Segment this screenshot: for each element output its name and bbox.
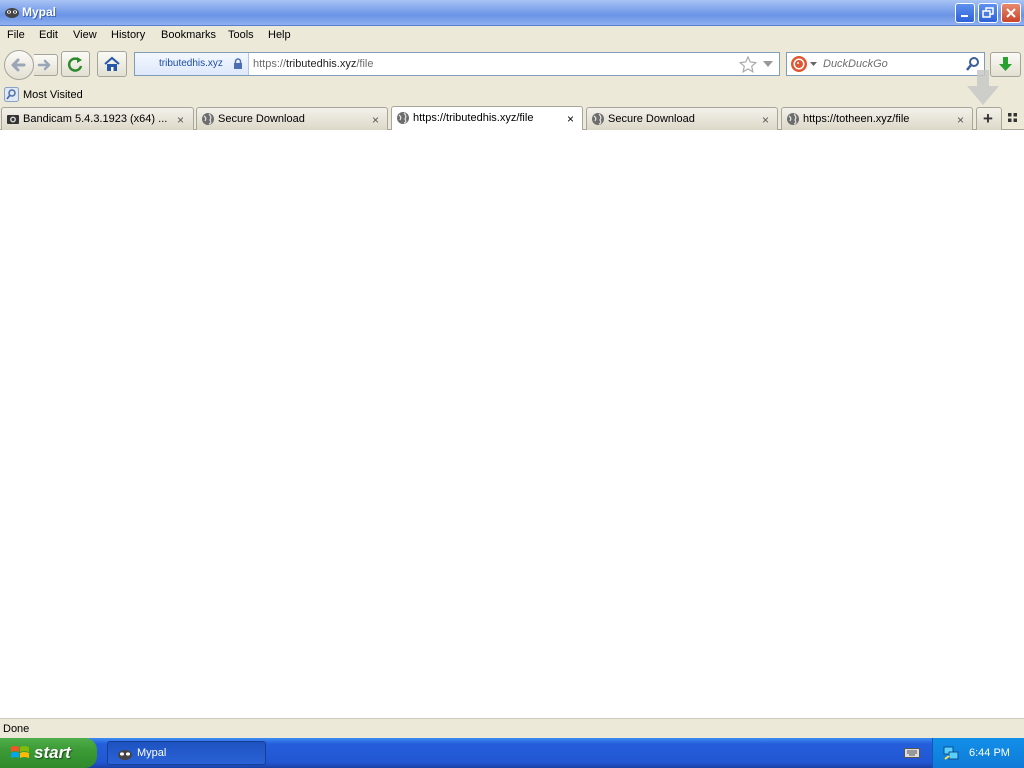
site-identity-box[interactable]: tributedhis.xyz — [135, 53, 249, 75]
menu-file[interactable]: File — [7, 29, 25, 41]
most-visited-icon — [4, 87, 19, 102]
tab-tributedhis-selected[interactable]: https://tributedhis.xyz/file × — [391, 106, 583, 130]
url-scheme: https:// — [253, 58, 287, 70]
mypal-app-icon — [5, 8, 19, 18]
tab-totheen[interactable]: https://totheen.xyz/file × — [781, 107, 973, 130]
tab-secure-download-2[interactable]: Secure Download × — [586, 107, 778, 130]
taskbar-item-mypal[interactable]: Mypal — [107, 741, 266, 765]
status-text: Done — [3, 723, 30, 735]
mypal-app-icon — [118, 750, 132, 760]
restore-icon — [982, 7, 994, 18]
navigation-toolbar: tributedhis.xyz https://tributedhis.xyz/… — [0, 47, 1024, 83]
url-path: /file — [356, 58, 374, 70]
globe-icon — [397, 112, 409, 124]
tab-bandicam[interactable]: Bandicam 5.4.3.1923 (x64) ... × — [1, 107, 194, 130]
tab-close-button[interactable]: × — [177, 113, 184, 127]
globe-icon — [592, 113, 604, 125]
search-bar[interactable]: DuckDuckGo — [786, 52, 985, 76]
new-tab-button[interactable]: + — [976, 107, 1002, 130]
home-button[interactable] — [97, 51, 127, 77]
home-icon — [104, 56, 120, 71]
globe-icon — [787, 113, 799, 125]
tab-close-button[interactable]: × — [957, 113, 964, 127]
duckduckgo-logo — [793, 58, 805, 70]
engine-dropdown-icon[interactable] — [810, 62, 817, 67]
search-placeholder: DuckDuckGo — [823, 58, 888, 70]
identity-host: tributedhis.xyz — [159, 58, 223, 69]
bandicam-icon — [7, 115, 19, 124]
tab-label: Secure Download — [218, 113, 305, 125]
close-window-button[interactable] — [1001, 3, 1021, 23]
reload-button[interactable] — [61, 51, 90, 77]
bookmarks-toolbar: Most Visited — [0, 84, 1024, 105]
back-button[interactable] — [4, 50, 34, 80]
back-arrow-icon — [11, 58, 26, 72]
url-bar[interactable]: tributedhis.xyz https://tributedhis.xyz/… — [134, 52, 780, 76]
menu-history[interactable]: History — [111, 29, 145, 41]
title-bar[interactable]: Mypal — [0, 0, 1024, 26]
forward-button[interactable] — [34, 54, 58, 76]
tab-close-button[interactable]: × — [372, 113, 379, 127]
tab-label: https://tributedhis.xyz/file — [413, 112, 534, 124]
list-all-tabs-icon[interactable] — [1008, 113, 1018, 123]
menu-edit[interactable]: Edit — [39, 29, 58, 41]
task-label: Mypal — [137, 747, 167, 759]
network-icon[interactable] — [943, 745, 959, 761]
url-text[interactable]: https://tributedhis.xyz/file — [253, 58, 373, 70]
url-host: tributedhis.xyz — [286, 58, 357, 70]
start-label: start — [34, 743, 71, 762]
reload-icon — [67, 57, 83, 72]
tab-close-button[interactable]: × — [567, 112, 574, 126]
menu-bar: File Edit View History Bookmarks Tools H… — [0, 27, 1024, 46]
minimize-icon — [961, 15, 968, 17]
system-tray: 6:44 PM — [932, 738, 1024, 768]
tab-label: Bandicam 5.4.3.1923 (x64) ... — [23, 113, 168, 125]
tab-secure-download-1[interactable]: Secure Download × — [196, 107, 388, 130]
duckduckgo-icon[interactable] — [791, 56, 807, 72]
menu-tools[interactable]: Tools — [228, 29, 254, 41]
restore-button[interactable] — [978, 3, 998, 23]
keyboard-icon[interactable] — [904, 747, 920, 759]
minimize-button[interactable] — [955, 3, 975, 23]
window-title: Mypal — [22, 5, 57, 19]
menu-view[interactable]: View — [73, 29, 97, 41]
plus-icon: + — [983, 109, 993, 128]
taskbar: start Mypal 6:44 PM — [0, 738, 1024, 768]
forward-arrow-icon — [37, 59, 51, 71]
chevron-down-icon[interactable] — [763, 61, 773, 68]
menu-bookmarks[interactable]: Bookmarks — [161, 29, 216, 41]
close-icon — [1006, 8, 1016, 18]
menu-help[interactable]: Help — [268, 29, 291, 41]
back-forward-group — [4, 50, 58, 80]
tab-close-button[interactable]: × — [762, 113, 769, 127]
tab-label: Secure Download — [608, 113, 695, 125]
tab-label: https://totheen.xyz/file — [803, 113, 910, 125]
tab-strip: Bandicam 5.4.3.1923 (x64) ... × Secure D… — [0, 106, 1024, 130]
clock[interactable]: 6:44 PM — [969, 747, 1010, 759]
bookmark-star-icon[interactable] — [739, 56, 757, 73]
lock-icon — [234, 58, 242, 69]
globe-icon — [202, 113, 214, 125]
start-button[interactable]: start — [0, 738, 97, 768]
windows-flag-icon — [11, 746, 29, 758]
page-content[interactable] — [0, 130, 1024, 718]
bookmark-label: Most Visited — [23, 89, 83, 101]
status-bar: Done — [0, 718, 1024, 738]
